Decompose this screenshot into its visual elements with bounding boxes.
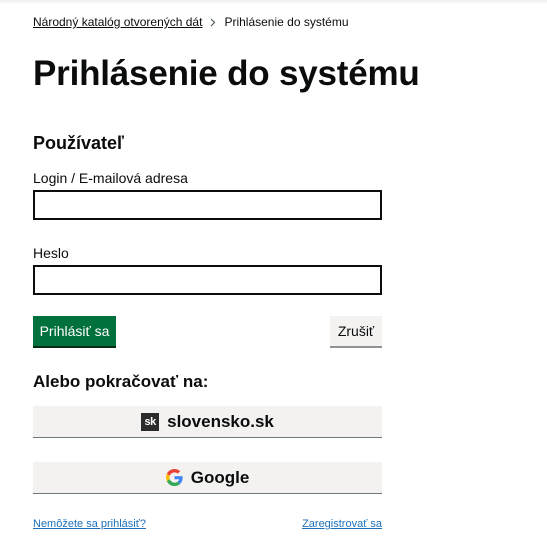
breadcrumb-current: Prihlásenie do systému (224, 15, 349, 29)
slovensko-sk-login-button[interactable]: sk slovensko.sk (33, 406, 382, 438)
slovensko-sk-logo-text: sk (141, 412, 160, 431)
alternatives-title: Alebo pokračovať na: (33, 372, 209, 391)
google-login-button[interactable]: Google (33, 462, 382, 494)
cancel-button[interactable]: Zrušiť (330, 316, 382, 346)
slovensko-sk-label: slovensko.sk (167, 411, 274, 431)
password-input[interactable] (33, 265, 382, 295)
login-button[interactable]: Prihlásiť sa (33, 316, 116, 346)
login-label: Login / E-mailová adresa (33, 170, 188, 186)
forgot-login-link[interactable]: Nemôžete sa prihlásiť? (33, 517, 146, 531)
breadcrumb: Národný katalóg otvorených dát Prihlásen… (33, 13, 349, 31)
login-input[interactable] (33, 190, 382, 220)
google-label: Google (190, 467, 250, 487)
breadcrumb-home-link[interactable]: Národný katalóg otvorených dát (33, 13, 202, 31)
chevron-right-icon (210, 18, 216, 27)
section-title: Používateľ (33, 133, 124, 153)
password-label: Heslo (33, 245, 69, 261)
page-title: Prihlásenie do systému (33, 54, 420, 93)
google-logo-icon (165, 469, 183, 486)
slovensko-sk-logo-icon: sk (141, 412, 160, 431)
top-shadow (0, 0, 547, 4)
register-link[interactable]: Zaregistrovať sa (302, 517, 382, 531)
